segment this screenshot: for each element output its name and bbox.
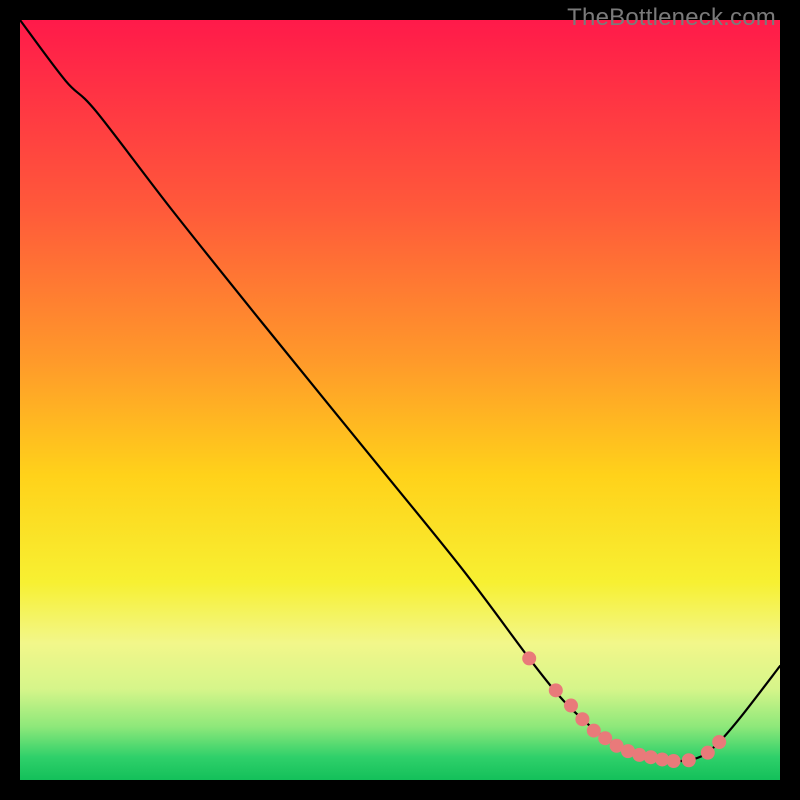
marker-dot [587,724,601,738]
marker-dot [667,754,681,768]
marker-dot [701,746,715,760]
marker-dot [564,699,578,713]
marker-dot [522,651,536,665]
marker-dot [598,731,612,745]
watermark-text: TheBottleneck.com [567,4,776,32]
marker-dot [682,753,696,767]
gradient-background [20,20,780,780]
marker-dot [712,735,726,749]
chart-svg [20,20,780,780]
marker-dot [549,683,563,697]
marker-dot [575,712,589,726]
chart-frame: TheBottleneck.com [0,0,800,800]
